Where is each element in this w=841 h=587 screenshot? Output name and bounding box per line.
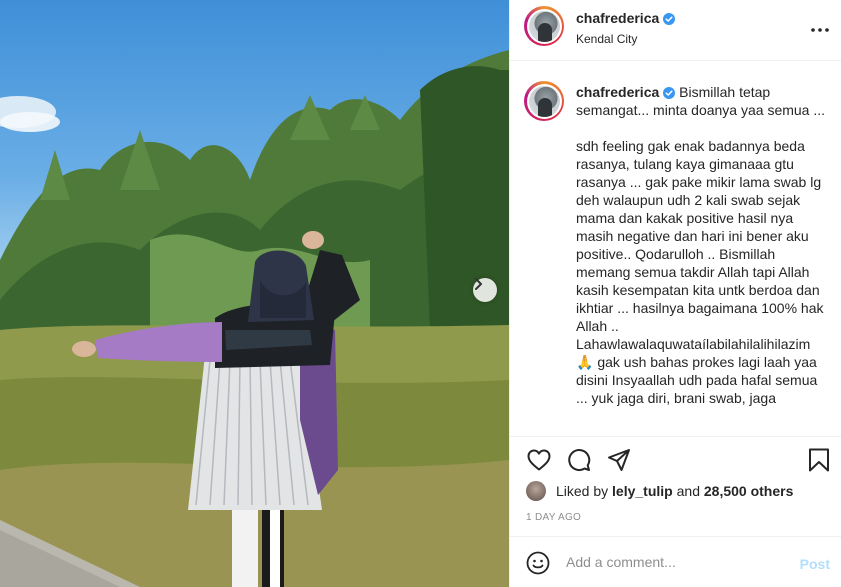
emoji-icon	[526, 551, 550, 575]
post-timestamp[interactable]: 1 DAY AGO	[526, 512, 581, 523]
liker-avatar[interactable]	[526, 481, 546, 501]
avatar-image	[528, 10, 560, 42]
action-bar	[510, 436, 841, 482]
post-side-panel: chafrederica Kendal City chafrederica Bi…	[509, 0, 841, 587]
username-link[interactable]: chafrederica	[576, 10, 659, 26]
emoji-button[interactable]	[526, 551, 550, 575]
caption-area: chafrederica Bismillah tetap semangat...…	[510, 61, 841, 436]
comment-input[interactable]	[566, 554, 766, 570]
likes-summary: Liked by lely_tulip and 28,500 others	[526, 480, 793, 502]
post-header: chafrederica Kendal City	[510, 0, 841, 61]
liked-by-prefix: Liked by	[556, 483, 609, 499]
verified-badge-icon	[663, 87, 676, 99]
bookmark-icon	[809, 448, 829, 472]
like-button[interactable]	[526, 447, 552, 473]
save-button[interactable]	[806, 447, 832, 473]
comment-bar: Post	[510, 536, 841, 587]
caption: chafrederica Bismillah tetap semangat...…	[576, 83, 828, 407]
post-photo[interactable]	[0, 0, 509, 587]
header-user-block: chafrederica Kendal City	[576, 10, 676, 46]
avatar[interactable]	[524, 6, 564, 46]
location-link[interactable]: Kendal City	[576, 32, 675, 46]
liked-by-user-link[interactable]: lely_tulip	[612, 483, 673, 499]
heart-icon	[527, 449, 551, 471]
caption-username[interactable]: chafrederica	[576, 84, 659, 100]
more-options-button[interactable]	[808, 18, 832, 42]
more-options-icon	[811, 28, 829, 32]
verified-badge-icon	[663, 13, 676, 25]
caption-text: Bismillah tetap semangat... minta doanya…	[576, 84, 826, 406]
comment-button[interactable]	[566, 447, 592, 473]
photo-scene	[0, 50, 509, 587]
likes-others-link[interactable]: 28,500 others	[704, 483, 794, 499]
post-comment-button[interactable]: Post	[800, 556, 830, 572]
comment-icon	[568, 449, 591, 472]
caption-avatar-image	[528, 85, 560, 117]
caption-avatar[interactable]	[524, 81, 564, 121]
liked-by-and: and	[676, 483, 700, 499]
chevron-right-icon	[475, 278, 482, 290]
share-button[interactable]	[606, 447, 632, 473]
share-icon	[608, 449, 630, 471]
next-photo-button[interactable]	[473, 278, 497, 302]
